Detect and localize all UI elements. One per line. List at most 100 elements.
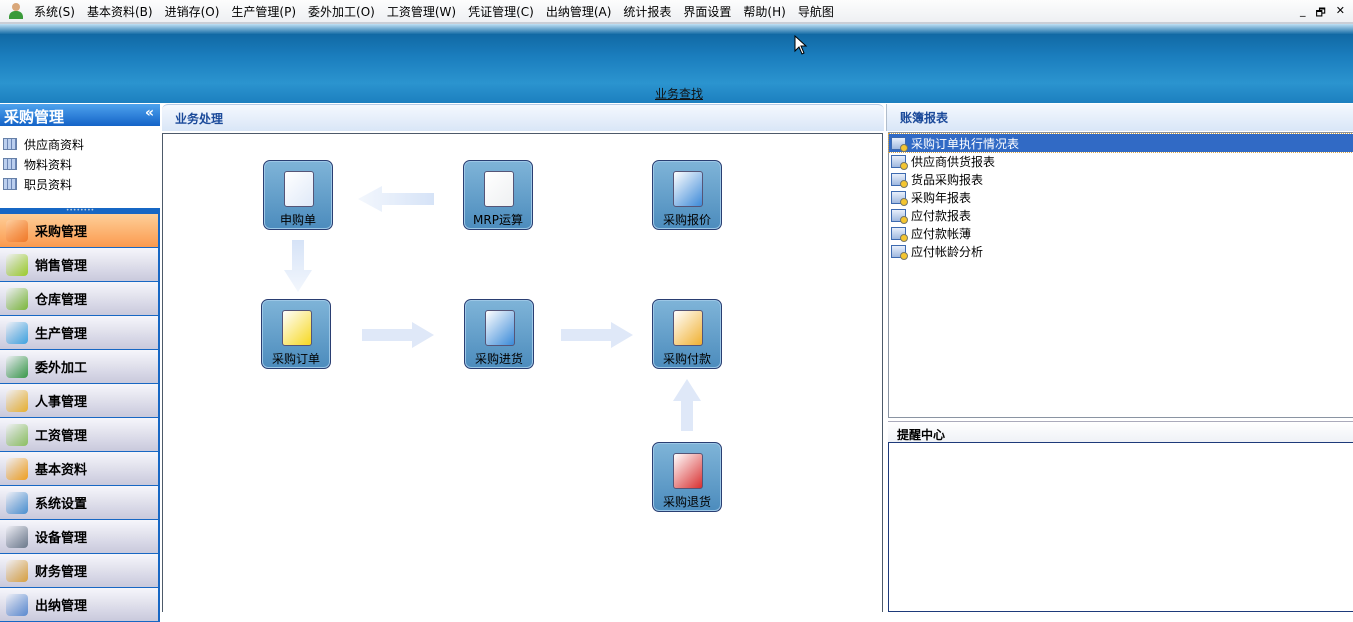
close-button[interactable]: ✕ [1336,4,1345,23]
module-icon [6,559,28,582]
coins-icon [673,310,703,346]
module-icon [6,321,28,344]
mrp-calc-icon [484,171,514,207]
tile-label: 采购订单 [271,352,320,366]
shortcut-staff[interactable]: 职员资料 [0,174,160,194]
reminder-panel [888,442,1353,612]
module-icon [6,355,28,378]
reports-list: 采购订单执行情况表 供应商供货报表 货品采购报表采购年报表应付款报表应付款帐薄应付帐… [888,132,1353,418]
menu-vouchers[interactable]: 凭证管理(C) [462,3,540,20]
nav-module-4[interactable]: 委外加工 [0,350,160,384]
shortcut-label: 物料资料 [24,157,73,172]
sidebar-shortcuts: 供应商资料 物料资料 职员资料 [0,126,160,208]
nav-module-10[interactable]: 财务管理 [0,554,160,588]
table-icon [3,158,17,170]
shortcut-material[interactable]: 物料资料 [0,154,160,174]
tile-label: 采购退货 [662,495,711,509]
nav-label: 出纳管理 [35,599,88,614]
report-icon [891,244,908,260]
business-search-link[interactable]: 业务查找 [655,85,703,102]
module-icon [6,491,28,514]
shortcut-label: 供应商资料 [24,137,85,152]
report-item[interactable]: 应付款报表 [889,206,1353,224]
nav-label: 仓库管理 [35,293,88,308]
menu-navigator[interactable]: 导航图 [792,3,840,20]
module-icon [6,423,28,446]
main-header: 业务处理 [162,104,884,131]
sidebar-title: 采购管理 [4,108,65,126]
minimize-button[interactable]: _ [1300,4,1306,23]
reminder-header: 提醒中心 [888,421,1353,443]
tile-mrp-calc[interactable]: MRP运算 [463,160,533,230]
table-icon [3,178,17,190]
menu-help[interactable]: 帮助(H) [737,3,791,20]
menu-basic-data[interactable]: 基本资料(B) [81,3,159,20]
module-icon [6,253,28,276]
arrow-right-icon [561,322,633,348]
nav-label: 采购管理 [35,225,88,240]
return-box-icon [673,453,703,489]
report-item[interactable]: 货品采购报表 [889,170,1353,188]
collapse-icon[interactable]: « [145,105,154,121]
report-label: 应付款报表 [911,208,972,223]
menu-cashier[interactable]: 出纳管理(A) [540,3,618,20]
nav-module-6[interactable]: 工资管理 [0,418,160,452]
tile-box[interactable]: 采购进货 [464,299,534,369]
tile-quote-notebook[interactable]: 采购报价 [652,160,722,230]
nav-label: 财务管理 [35,565,88,580]
report-label: 应付帐龄分析 [911,244,984,259]
sidebar-header: 采购管理 « [0,104,160,126]
window-controls: _ 🗗 ✕ [1300,4,1345,23]
arrow-left-icon [358,186,434,212]
module-icon [6,219,28,242]
report-label: 应付款帐薄 [911,226,972,241]
menu-interface[interactable]: 界面设置 [677,3,737,20]
menu-payroll[interactable]: 工资管理(W) [381,3,462,20]
nav-module-3[interactable]: 生产管理 [0,316,160,350]
nav-module-2[interactable]: 仓库管理 [0,282,160,316]
report-icon [891,226,908,242]
clipboard-icon [282,310,312,346]
menu-outsourcing[interactable]: 委外加工(O) [302,3,381,20]
report-icon [891,190,908,206]
workflow-panel: 申购单 MRP运算 采购报价采购订单 采购进货 采购付款采购退货 [162,133,883,612]
report-item[interactable]: 采购订单执行情况表 [888,133,1353,153]
nav-module-9[interactable]: 设备管理 [0,520,160,554]
module-icon [6,287,28,310]
tile-label: 申购单 [279,213,316,227]
nav-module-1[interactable]: 销售管理 [0,248,160,282]
restore-button[interactable]: 🗗 [1315,4,1325,23]
tile-return-box[interactable]: 采购退货 [652,442,722,512]
nav-module-7[interactable]: 基本资料 [0,452,160,486]
menu-inventory[interactable]: 进销存(O) [159,3,226,20]
quote-notebook-icon [673,171,703,207]
nav-module-8[interactable]: 系统设置 [0,486,160,520]
reminder-title: 提醒中心 [897,428,946,442]
tile-requisition[interactable]: 申购单 [263,160,333,230]
nav-module-11[interactable]: 出纳管理 [0,588,160,622]
report-item[interactable]: 应付帐龄分析 [889,242,1353,260]
nav-module-5[interactable]: 人事管理 [0,384,160,418]
box-icon [485,310,515,346]
menu-reports[interactable]: 统计报表 [617,3,677,20]
tile-clipboard[interactable]: 采购订单 [261,299,331,369]
tile-coins[interactable]: 采购付款 [652,299,722,369]
shortcut-supplier[interactable]: 供应商资料 [0,134,160,154]
main-title: 业务处理 [175,112,224,126]
nav-module-0[interactable]: 采购管理 [0,214,160,248]
report-item[interactable]: 采购年报表 [889,188,1353,206]
report-item[interactable]: 应付款帐薄 [889,224,1353,242]
report-label: 采购年报表 [911,190,972,205]
menu-production[interactable]: 生产管理(P) [225,3,302,20]
nav-label: 委外加工 [35,361,88,376]
report-item[interactable]: 供应商供货报表 [889,152,1353,170]
reports-title: 账簿报表 [900,111,949,125]
arrow-up-icon [673,379,701,431]
mouse-cursor-icon [794,35,808,55]
nav-label: 销售管理 [35,259,88,274]
user-icon[interactable] [8,3,24,19]
requisition-icon [284,171,314,207]
module-icon [6,525,28,548]
menu-system[interactable]: 系统(S) [28,3,81,20]
shortcut-label: 职员资料 [24,177,73,192]
